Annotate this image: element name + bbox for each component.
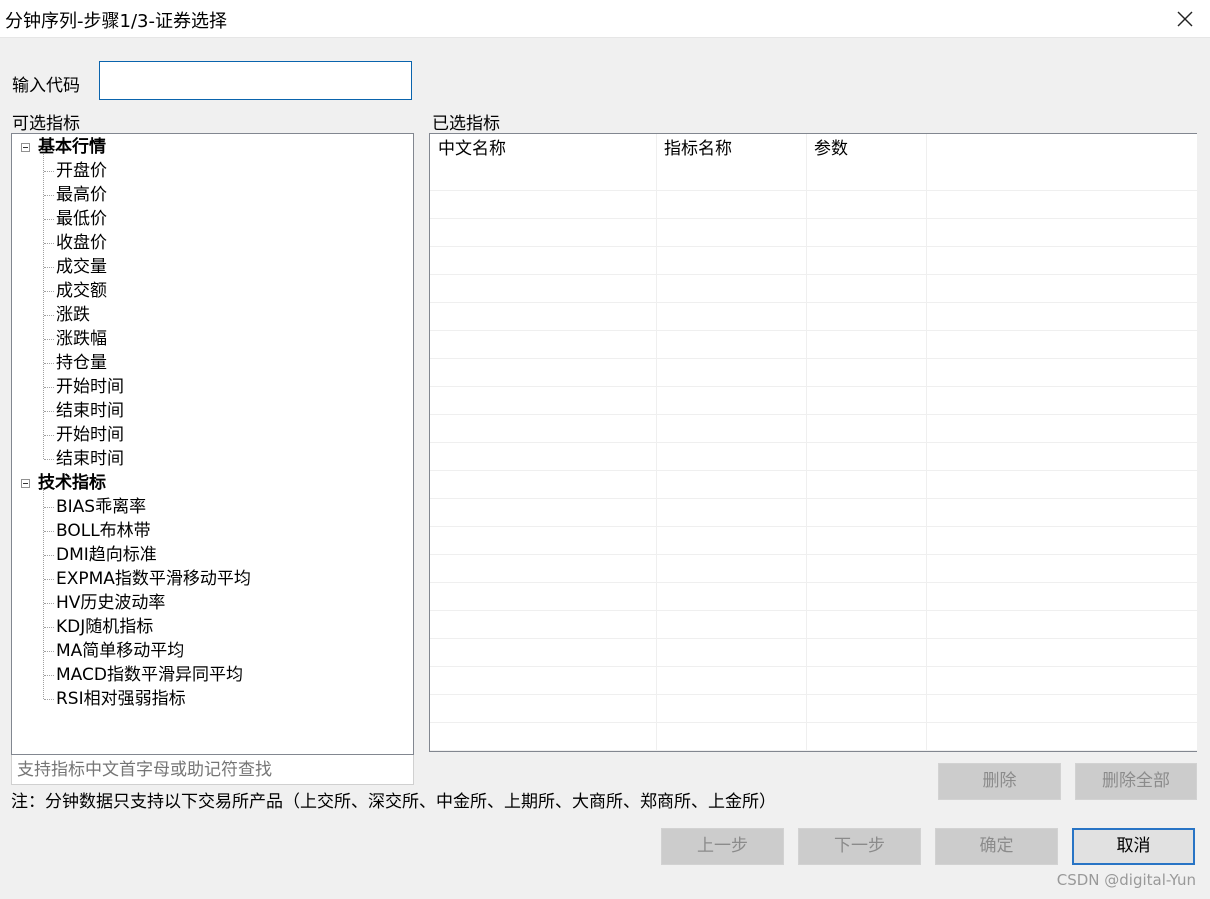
ok-button[interactable]: 确定 xyxy=(935,828,1058,865)
tree-connector xyxy=(44,291,54,292)
tree-item[interactable]: MACD指数平滑异同平均 xyxy=(56,663,243,687)
grid-row-line xyxy=(430,498,1197,499)
tree-item[interactable]: HV历史波动率 xyxy=(56,591,165,615)
column-header-chinese-name[interactable]: 中文名称 xyxy=(430,134,656,162)
grid-row-line xyxy=(430,386,1197,387)
tree-item[interactable]: DMI趋向标准 xyxy=(56,543,157,567)
grid-row-line xyxy=(430,610,1197,611)
tree-connector xyxy=(44,267,54,268)
tree-item[interactable]: EXPMA指数平滑移动平均 xyxy=(56,567,251,591)
grid-row-line xyxy=(430,190,1197,191)
tree-connector xyxy=(44,339,54,340)
tree-connector xyxy=(44,459,54,460)
tree-connector xyxy=(44,435,54,436)
prev-step-button[interactable]: 上一步 xyxy=(661,828,784,865)
window-title: 分钟序列-步骤1/3-证券选择 xyxy=(5,11,227,32)
tree-item[interactable]: 开盘价 xyxy=(56,159,107,183)
grid-row-line xyxy=(430,302,1197,303)
selected-indicators-grid[interactable]: 中文名称 指标名称 参数 xyxy=(429,133,1197,752)
tree-connector xyxy=(44,195,54,196)
tree-item[interactable]: BIAS乖离率 xyxy=(56,495,146,519)
tree-item[interactable]: 开始时间 xyxy=(56,423,124,447)
tree-item[interactable]: MA简单移动平均 xyxy=(56,639,184,663)
tree-category[interactable]: 基本行情 xyxy=(38,135,106,159)
tree-item[interactable]: 最高价 xyxy=(56,183,107,207)
tree-connector xyxy=(44,411,54,412)
grid-row-line xyxy=(430,750,1197,751)
code-input[interactable] xyxy=(99,61,412,100)
tree-item[interactable]: 最低价 xyxy=(56,207,107,231)
watermark: CSDN @digital-Yun xyxy=(1056,871,1196,889)
code-input-label: 输入代码 xyxy=(12,76,80,96)
tree-connector xyxy=(44,555,54,556)
tree-connector xyxy=(44,627,54,628)
collapse-toggle-icon[interactable] xyxy=(21,479,30,488)
tree-connector xyxy=(44,315,54,316)
indicator-search-input[interactable] xyxy=(11,755,414,785)
selected-indicators-label: 已选指标 xyxy=(432,114,500,134)
column-header-indicator-name[interactable]: 指标名称 xyxy=(656,134,806,162)
tree-connector xyxy=(44,171,54,172)
tree-connector xyxy=(44,363,54,364)
delete-button[interactable]: 删除 xyxy=(938,763,1061,800)
tree-connector xyxy=(44,507,54,508)
grid-row-line xyxy=(430,274,1197,275)
tree-connector xyxy=(44,603,54,604)
grid-row-line xyxy=(430,526,1197,527)
grid-row-line xyxy=(430,414,1197,415)
column-header-params[interactable]: 参数 xyxy=(806,134,926,162)
tree-connector xyxy=(44,699,54,700)
tree-category[interactable]: 技术指标 xyxy=(38,471,106,495)
tree-item[interactable]: RSI相对强弱指标 xyxy=(56,687,186,711)
indicator-tree[interactable]: 基本行情 开盘价 最高价 最低价 收盘价 成交量 成交额 涨跌 涨跌幅 持仓量 开始时间 结束时间 开始… xyxy=(11,133,414,755)
tree-connector xyxy=(44,219,54,220)
next-step-button[interactable]: 下一步 xyxy=(798,828,921,865)
tree-connector xyxy=(43,489,44,699)
tree-item[interactable]: BOLL布林带 xyxy=(56,519,151,543)
tree-item[interactable]: KDJ随机指标 xyxy=(56,615,153,639)
grid-row-line xyxy=(430,218,1197,219)
grid-row-line xyxy=(430,358,1197,359)
grid-row-line xyxy=(430,638,1197,639)
title-bar: 分钟序列-步骤1/3-证券选择 xyxy=(0,0,1210,38)
tree-item[interactable]: 收盘价 xyxy=(56,231,107,255)
tree-connector xyxy=(44,387,54,388)
tree-connector xyxy=(44,531,54,532)
delete-all-button[interactable]: 删除全部 xyxy=(1075,763,1197,800)
grid-row-line xyxy=(430,246,1197,247)
grid-row-line xyxy=(430,442,1197,443)
collapse-toggle-icon[interactable] xyxy=(21,143,30,152)
tree-connector xyxy=(44,675,54,676)
grid-row-line xyxy=(430,722,1197,723)
tree-item[interactable]: 成交量 xyxy=(56,255,107,279)
tree-connector xyxy=(43,153,44,459)
exchange-note: 注：分钟数据只支持以下交易所产品（上交所、深交所、中金所、上期所、大商所、郑商所… xyxy=(11,792,776,812)
close-icon xyxy=(1177,11,1193,26)
tree-item[interactable]: 涨跌 xyxy=(56,303,90,327)
grid-row-line xyxy=(430,330,1197,331)
grid-row-line xyxy=(430,554,1197,555)
grid-row-line xyxy=(430,666,1197,667)
tree-item[interactable]: 开始时间 xyxy=(56,375,124,399)
tree-item[interactable]: 成交额 xyxy=(56,279,107,303)
tree-item[interactable]: 结束时间 xyxy=(56,399,124,423)
cancel-button[interactable]: 取消 xyxy=(1072,828,1195,865)
tree-item[interactable]: 结束时间 xyxy=(56,447,124,471)
tree-item[interactable]: 持仓量 xyxy=(56,351,107,375)
tree-connector xyxy=(44,579,54,580)
close-button[interactable] xyxy=(1160,0,1210,37)
tree-connector xyxy=(44,243,54,244)
grid-row-line xyxy=(430,582,1197,583)
tree-connector xyxy=(44,651,54,652)
grid-row-line xyxy=(430,694,1197,695)
tree-item[interactable]: 涨跌幅 xyxy=(56,327,107,351)
grid-row-line xyxy=(430,470,1197,471)
available-indicators-label: 可选指标 xyxy=(12,114,80,134)
